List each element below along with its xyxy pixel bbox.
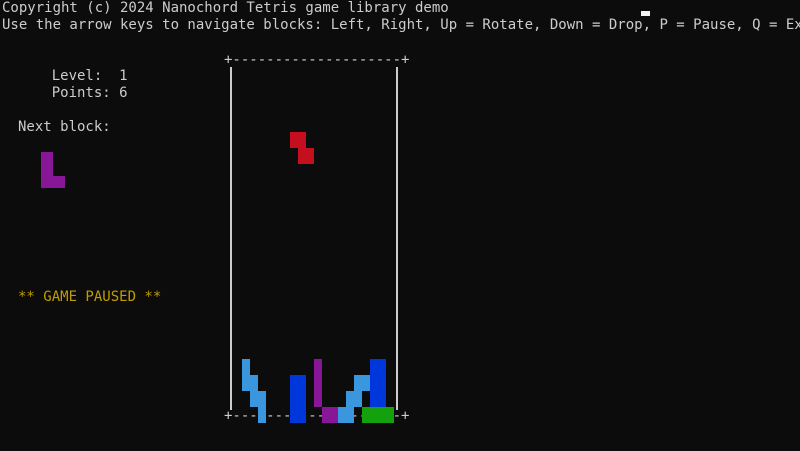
stacked-block-cell [250, 375, 258, 383]
stacked-block-cell [290, 391, 298, 399]
stacked-block-cell [386, 415, 394, 423]
stacked-block-cell [354, 383, 362, 391]
stacked-block-cell [378, 399, 386, 407]
stacked-block-cell [346, 407, 354, 415]
falling-block-cell [290, 140, 298, 148]
stacked-block-cell [386, 407, 394, 415]
stacked-block-cell [330, 407, 338, 415]
points-label: Points: [51, 85, 111, 101]
stacked-block-cell [298, 415, 306, 423]
stacked-block-cell [290, 399, 298, 407]
stacked-block-cell [378, 383, 386, 391]
stacked-block-cell [362, 375, 370, 383]
stacked-block-cell [250, 399, 258, 407]
stacked-block-cell [314, 367, 322, 375]
falling-block-cell [306, 156, 314, 164]
stacked-block-cell [346, 415, 354, 423]
stacked-block-cell [370, 375, 378, 383]
stacked-block-cell [298, 375, 306, 383]
stacked-block-cell [370, 359, 378, 367]
terminal-cursor [641, 11, 650, 16]
stacked-block-cell [314, 375, 322, 383]
stacked-block-cell [378, 407, 386, 415]
stacked-block-cell [378, 375, 386, 383]
stacked-block-cell [370, 391, 378, 399]
stacked-block-cell [338, 407, 346, 415]
stacked-block-cell [362, 383, 370, 391]
stacked-block-cell [250, 391, 258, 399]
stacked-block-cell [314, 391, 322, 399]
falling-block-cell [298, 140, 306, 148]
stacked-block-cell [258, 407, 266, 415]
next-block-cell [53, 176, 65, 188]
stacked-block-cell [378, 359, 386, 367]
game-board: +--------------------+ +----------------… [224, 52, 409, 424]
stacked-block-cell [298, 383, 306, 391]
stacked-block-cell [290, 407, 298, 415]
stacked-block-cell [378, 367, 386, 375]
stacked-block-cell [290, 383, 298, 391]
stacked-block-cell [298, 407, 306, 415]
stacked-block-cell [362, 415, 370, 423]
falling-block-cell [298, 148, 306, 156]
stacked-block-cell [378, 391, 386, 399]
next-block-cell [41, 176, 53, 188]
stacked-block-cell [242, 375, 250, 383]
stacked-block-cell [298, 399, 306, 407]
stacked-block-cell [378, 415, 386, 423]
stacked-block-cell [346, 399, 354, 407]
next-block-cell [41, 164, 53, 176]
controls-instructions: Use the arrow keys to navigate blocks: L… [2, 17, 800, 33]
board-right-border [396, 67, 398, 410]
board-left-border [230, 67, 232, 410]
stacked-block-cell [258, 415, 266, 423]
game-paused-status: ** GAME PAUSED ** [18, 289, 162, 305]
stacked-block-cell [314, 383, 322, 391]
next-block-label: Next block: [18, 119, 111, 135]
stacked-block-cell [338, 415, 346, 423]
falling-block-cell [298, 132, 306, 140]
stacked-block-cell [330, 415, 338, 423]
stacked-block-cell [258, 399, 266, 407]
falling-block-cell [290, 132, 298, 140]
points-value: 6 [119, 85, 128, 101]
stacked-block-cell [370, 407, 378, 415]
stacked-block-cell [322, 407, 330, 415]
stacked-block-cell [346, 391, 354, 399]
stacked-block-cell [354, 375, 362, 383]
falling-block-cell [298, 156, 306, 164]
stacked-block-cell [314, 399, 322, 407]
stacked-block-cell [370, 399, 378, 407]
stacked-block-cell [290, 375, 298, 383]
stacked-block-cell [314, 359, 322, 367]
stacked-block-cell [370, 367, 378, 375]
stacked-block-cell [362, 407, 370, 415]
stacked-block-cell [242, 367, 250, 375]
stacked-block-cell [370, 415, 378, 423]
stacked-block-cell [370, 383, 378, 391]
stacked-block-cell [258, 391, 266, 399]
stacked-block-cell [290, 415, 298, 423]
stacked-block-cell [354, 399, 362, 407]
stacked-block-cell [322, 415, 330, 423]
copyright-line: Copyright (c) 2024 Nanochord Tetris game… [2, 0, 449, 16]
next-block-preview [41, 152, 71, 192]
board-playfield [234, 67, 394, 423]
stacked-block-cell [242, 383, 250, 391]
stacked-block-cell [298, 391, 306, 399]
next-block-cell [41, 152, 53, 164]
stacked-block-cell [354, 391, 362, 399]
stacked-block-cell [250, 383, 258, 391]
stacked-block-cell [242, 359, 250, 367]
falling-block-cell [306, 148, 314, 156]
